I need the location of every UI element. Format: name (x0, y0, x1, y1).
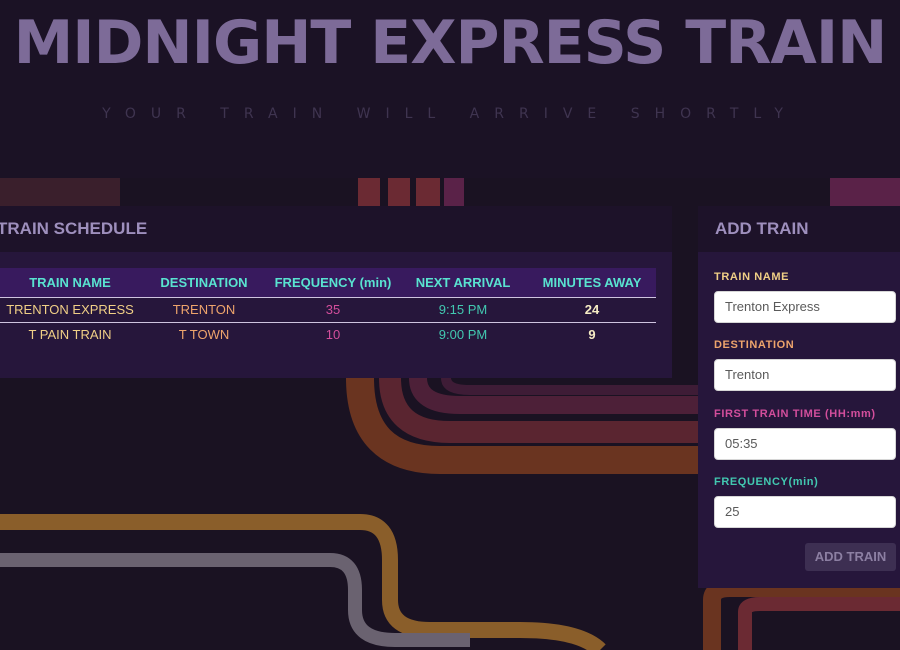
track-thin (441, 377, 698, 395)
bg-block (416, 178, 440, 206)
cell-minutes-away: 24 (528, 297, 656, 323)
add-train-heading: ADD TRAIN (715, 219, 809, 238)
train-name-input[interactable]: Trenton Express (714, 291, 896, 323)
column-header-destination: DESTINATION (140, 268, 268, 298)
train-name-label: TRAIN NAME (714, 271, 790, 283)
bg-block (444, 178, 464, 206)
column-header-train-name: TRAIN NAME (0, 268, 140, 298)
bg-block (830, 178, 900, 206)
cell-destination: T TOWN (178, 327, 230, 343)
table-row: T PAIN TRAIN T TOWN 10 9:00 PM 9 (0, 322, 656, 347)
cell-next-arrival: 9:15 PM (398, 297, 528, 323)
schedule-table: TRAIN NAME DESTINATION FREQUENCY (min) N… (0, 268, 656, 347)
schedule-heading-bar: TRAIN SCHEDULE (0, 206, 672, 252)
bg-block (388, 178, 410, 206)
add-train-heading-bar: ADD TRAIN (698, 206, 900, 252)
cell-train-name: T PAIN TRAIN (28, 327, 112, 343)
train-schedule-panel: TRAIN SCHEDULE TRAIN NAME DESTINATION FR… (0, 206, 672, 378)
header: MIDNIGHT EXPRESS TRAIN YOUR TRAIN WILL A… (0, 0, 900, 178)
page-title: MIDNIGHT EXPRESS TRAIN (13, 8, 888, 78)
column-header-next-arrival: NEXT ARRIVAL (398, 268, 528, 298)
table-header-row: TRAIN NAME DESTINATION FREQUENCY (min) N… (0, 268, 656, 298)
schedule-heading: TRAIN SCHEDULE (0, 219, 148, 238)
cell-train-name: TRENTON EXPRESS (0, 297, 140, 323)
track-yellow (0, 514, 606, 650)
destination-label: DESTINATION (714, 339, 795, 351)
cell-frequency: 10 (325, 327, 341, 343)
bg-block-left (0, 178, 120, 206)
add-train-button[interactable]: ADD TRAIN (805, 543, 896, 571)
destination-input[interactable]: Trenton (714, 359, 896, 391)
column-header-minutes-away: MINUTES AWAY (528, 268, 656, 298)
first-train-time-input[interactable]: 05:35 (714, 428, 896, 460)
cell-minutes-away: 9 (588, 327, 596, 343)
page-subtitle: YOUR TRAIN WILL ARRIVE SHORTLY (102, 106, 798, 122)
first-train-time-label: FIRST TRAIN TIME (HH:mm) (714, 408, 876, 420)
bg-block (358, 178, 380, 206)
track-red-right (738, 597, 900, 650)
add-train-panel: ADD TRAIN TRAIN NAME Trenton Express DES… (698, 206, 900, 588)
frequency-label: FREQUENCY(min) (714, 476, 819, 488)
cell-frequency: 35 (268, 297, 398, 323)
cell-next-arrival: 9:00 PM (438, 327, 488, 343)
cell-destination: TRENTON (140, 297, 268, 323)
frequency-input[interactable]: 25 (714, 496, 896, 528)
table-row: TRENTON EXPRESS TRENTON 35 9:15 PM 24 (0, 297, 656, 323)
column-header-frequency: FREQUENCY (min) (268, 268, 398, 298)
